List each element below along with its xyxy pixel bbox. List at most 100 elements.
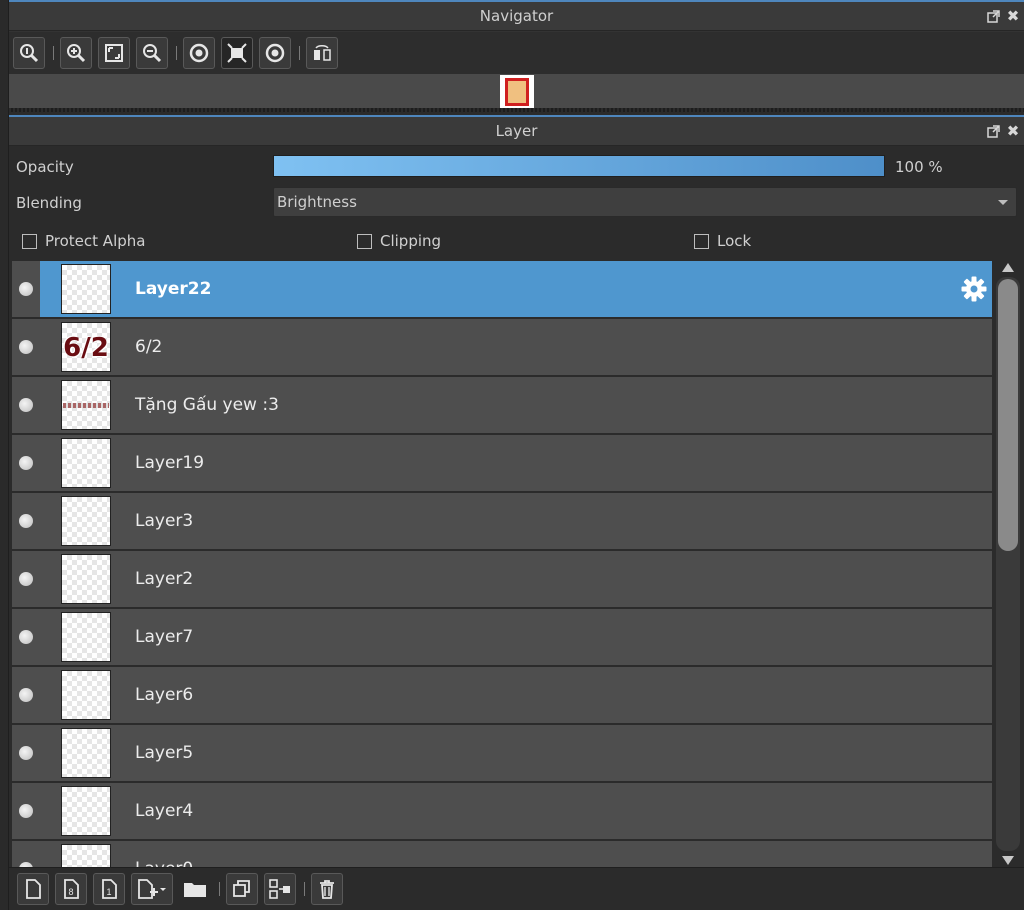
checkbox-box[interactable]: [22, 233, 37, 249]
visibility-toggle-icon[interactable]: [19, 804, 33, 818]
popout-icon[interactable]: [986, 10, 1000, 24]
visibility-column[interactable]: [12, 435, 40, 491]
navigator-preview[interactable]: [9, 74, 1024, 109]
visibility-toggle-icon[interactable]: [19, 514, 33, 528]
rotate-right-button[interactable]: [259, 37, 291, 69]
layer-name: Layer5: [135, 743, 194, 763]
fullscreen-button[interactable]: [221, 37, 253, 69]
lock-checkbox[interactable]: Lock: [694, 232, 751, 250]
visibility-column[interactable]: [12, 725, 40, 781]
scroll-up-icon[interactable]: [1002, 263, 1014, 272]
layer-row[interactable]: Layer5: [12, 725, 992, 783]
layer-thumbnail-strip: [63, 403, 109, 408]
duplicate-layer-icon: [233, 880, 250, 897]
visibility-column[interactable]: [12, 783, 40, 839]
zoom-out-button[interactable]: [136, 37, 168, 69]
rotate-right-icon: [265, 43, 285, 63]
layer-row[interactable]: Layer2: [12, 551, 992, 609]
layer-thumbnail: [61, 554, 111, 604]
visibility-column[interactable]: [12, 609, 40, 665]
layer-row[interactable]: Tặng Gấu yew :3: [12, 377, 992, 435]
checkbox-box[interactable]: [694, 233, 709, 249]
fit-window-button[interactable]: [98, 37, 130, 69]
checkbox-box[interactable]: [357, 233, 372, 249]
duplicate-layer-button[interactable]: [226, 873, 258, 905]
layer-row[interactable]: Layer6: [12, 667, 992, 725]
new-8bit-layer-button[interactable]: 8: [55, 873, 87, 905]
layer-name: Layer2: [135, 569, 194, 589]
layer-thumbnail: [61, 496, 111, 546]
opacity-slider[interactable]: [273, 155, 885, 177]
clipping-checkbox[interactable]: Clipping: [357, 232, 441, 250]
blending-select[interactable]: Brightness: [273, 187, 1017, 217]
visibility-column[interactable]: [12, 551, 40, 607]
toolbar-separator: [219, 882, 220, 896]
layer-row[interactable]: Layer0: [12, 841, 992, 867]
zoom-in-button[interactable]: [60, 37, 92, 69]
scroll-thumb[interactable]: [998, 279, 1018, 551]
layer-settings-gear-icon[interactable]: [960, 275, 988, 303]
delete-layer-button[interactable]: [311, 873, 343, 905]
layer-row[interactable]: Layer7: [12, 609, 992, 667]
layer-name: Layer0: [135, 841, 193, 867]
left-dock-edge: [0, 0, 9, 910]
navigator-canvas-thumbnail: [500, 75, 534, 109]
new-layer-button[interactable]: [17, 873, 49, 905]
visibility-toggle-icon[interactable]: [19, 746, 33, 760]
toolbar-separator: [304, 882, 305, 896]
visibility-toggle-icon[interactable]: [19, 572, 33, 586]
layer-name: Layer22: [135, 279, 212, 299]
merge-down-button[interactable]: [264, 873, 296, 905]
layer-row[interactable]: 6/2 6/2: [12, 319, 992, 377]
visibility-column[interactable]: [12, 667, 40, 723]
flip-horizontal-button[interactable]: [306, 37, 338, 69]
visibility-column[interactable]: [12, 493, 40, 549]
fit-fullscreen-icon: [227, 43, 247, 63]
layer-thumbnail-text: 6/2: [63, 333, 109, 363]
visibility-column[interactable]: [12, 261, 40, 317]
visibility-toggle-icon[interactable]: [19, 688, 33, 702]
new-1bit-layer-button[interactable]: 1: [93, 873, 125, 905]
rotate-left-button[interactable]: [183, 37, 215, 69]
visibility-toggle-icon[interactable]: [19, 340, 33, 354]
layer-list: Layer22 6/2 6/2 Tặng Gấu yew :3 Layer19 Layer…: [12, 261, 992, 867]
panel-splitter[interactable]: [9, 108, 1024, 112]
close-icon[interactable]: ✖: [1006, 122, 1020, 140]
rotate-left-icon: [189, 43, 209, 63]
protect-alpha-checkbox[interactable]: Protect Alpha: [22, 232, 145, 250]
toolbar-separator: [299, 46, 300, 60]
lock-label: Lock: [717, 232, 752, 250]
layer-thumbnail: [61, 670, 111, 720]
scroll-down-icon[interactable]: [1002, 856, 1014, 865]
layer-list-scrollbar[interactable]: [995, 261, 1021, 867]
layer-name: Layer3: [135, 511, 194, 531]
navigator-title-bar: Navigator ✖: [9, 2, 1024, 31]
layer-thumbnail: [61, 844, 111, 867]
visibility-toggle-icon[interactable]: [19, 398, 33, 412]
add-layer-dropdown-button[interactable]: [131, 873, 173, 905]
opacity-value: 100 %: [895, 158, 943, 176]
visibility-column[interactable]: [12, 841, 40, 867]
opacity-label: Opacity: [16, 158, 74, 176]
zoom-out-icon: [143, 44, 162, 63]
layer-name: Layer6: [135, 685, 194, 705]
folder-icon: [184, 883, 206, 897]
new-folder-button[interactable]: [179, 873, 211, 905]
layer-name: Layer19: [135, 453, 205, 473]
layer-row[interactable]: Layer19: [12, 435, 992, 493]
blending-label: Blending: [16, 194, 82, 212]
scroll-track[interactable]: [996, 277, 1020, 851]
visibility-toggle-icon[interactable]: [19, 282, 33, 296]
close-icon[interactable]: ✖: [1006, 7, 1020, 25]
layer-row[interactable]: Layer22: [12, 261, 992, 319]
layer-row[interactable]: Layer4: [12, 783, 992, 841]
visibility-column[interactable]: [12, 319, 40, 375]
popout-icon[interactable]: [986, 125, 1000, 139]
visibility-toggle-icon[interactable]: [19, 456, 33, 470]
zoom-actual-button[interactable]: [13, 37, 45, 69]
navigator-toolbar: [9, 32, 1024, 74]
svg-text:1: 1: [106, 887, 111, 897]
visibility-column[interactable]: [12, 377, 40, 433]
layer-row[interactable]: Layer3: [12, 493, 992, 551]
visibility-toggle-icon[interactable]: [19, 630, 33, 644]
